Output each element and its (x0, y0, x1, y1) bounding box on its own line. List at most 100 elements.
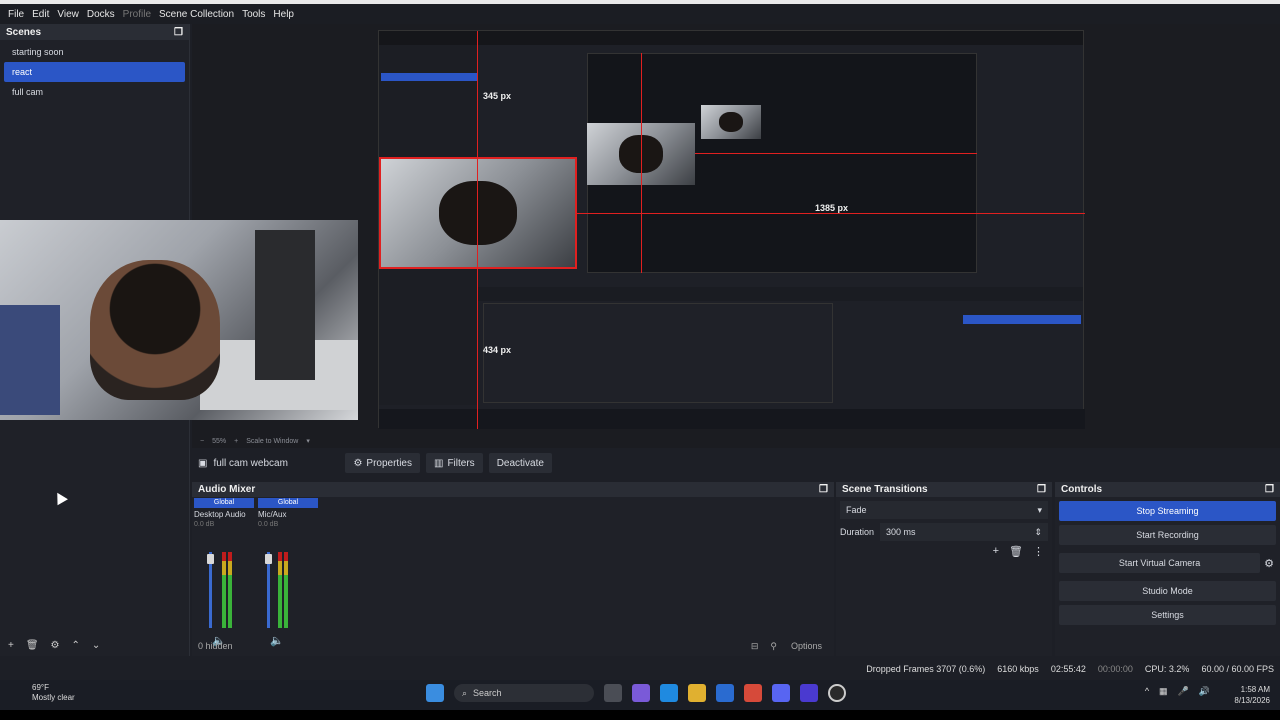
weather-widget[interactable]: 69°F Mostly clear (14, 683, 75, 703)
clock-time: 1:58 AM (1240, 685, 1270, 694)
weather-desc: Mostly clear (32, 693, 75, 702)
windows-start-icon[interactable] (426, 684, 444, 702)
store-icon[interactable] (716, 684, 734, 702)
zoom-level: 55% (212, 437, 227, 445)
network-icon[interactable]: ▦ (1159, 686, 1168, 697)
menu-docks[interactable]: Docks (83, 9, 119, 20)
settings-button[interactable]: Settings (1059, 605, 1276, 625)
volume-fader-knob[interactable] (207, 554, 214, 564)
camera-icon: ▣ (198, 457, 208, 469)
screen-bottom-edge (0, 710, 1280, 720)
copilot-icon[interactable] (632, 684, 650, 702)
gear-icon: ⚙ (353, 457, 363, 469)
scene-item-full-cam[interactable]: full cam (4, 82, 185, 102)
audio-mixer-title: Audio Mixer (198, 484, 256, 495)
stop-streaming-button[interactable]: Stop Streaming (1059, 501, 1276, 521)
scene-transitions-dock: Scene Transitions ❐ Fade ▾ Duration 300 m… (836, 482, 1052, 656)
zoom-out-icon[interactable]: − (200, 438, 204, 445)
virtual-camera-row: Start Virtual Camera ⚙ (1055, 549, 1280, 577)
menu-scene-collection[interactable]: Scene Collection (155, 9, 238, 20)
link-icon[interactable]: ⚲ (770, 641, 777, 652)
taskbar-search[interactable]: ⌕ Search (454, 684, 594, 702)
hidden-count: 0 hidden (198, 641, 233, 651)
menu-help[interactable]: Help (269, 9, 298, 20)
zoom-in-icon[interactable]: + (234, 438, 238, 445)
door-shape (255, 230, 315, 380)
dropped-frames: Dropped Frames 3707 (0.6%) (866, 664, 986, 674)
move-down-icon[interactable]: ⌄ (92, 640, 100, 651)
chevron-down-icon: ▾ (1037, 504, 1042, 515)
gear-icon[interactable]: ⚙ (1264, 557, 1274, 570)
add-scene-icon[interactable]: + (8, 640, 14, 651)
stream-time: 02:55:42 (1050, 664, 1086, 674)
menu-edit[interactable]: Edit (28, 9, 53, 20)
menu-tools[interactable]: Tools (238, 9, 269, 20)
obs-icon[interactable] (828, 684, 846, 702)
chair-shape (0, 305, 60, 415)
transitions-header: Scene Transitions ❐ (836, 482, 1052, 497)
record-time: 00:00:00 (1097, 664, 1133, 674)
mic-icon[interactable]: 🎤 (1178, 686, 1189, 697)
start-virtual-camera-button[interactable]: Start Virtual Camera (1059, 553, 1261, 573)
move-up-icon[interactable]: ⌃ (72, 640, 80, 651)
edge-icon[interactable] (660, 684, 678, 702)
options-button[interactable]: Options (791, 641, 822, 651)
controls-dock: Controls ❐ Stop Streaming Start Recordin… (1055, 482, 1280, 656)
transitions-title: Scene Transitions (842, 484, 928, 495)
filters-button[interactable]: ▥ Filters (426, 453, 483, 473)
chevron-down-icon[interactable]: ▾ (306, 437, 310, 445)
app-icon[interactable] (800, 684, 818, 702)
red-selection-box (379, 157, 577, 269)
red-guide-h1 (577, 213, 1085, 214)
status-bar: Dropped Frames 3707 (0.6%) 6160 kbps 02:… (0, 658, 1280, 680)
deactivate-button[interactable]: Deactivate (488, 453, 552, 473)
undock-icon[interactable]: ❐ (819, 484, 828, 495)
more-icon[interactable]: ⋮ (1033, 545, 1044, 558)
transition-select[interactable]: Fade ▾ (840, 501, 1048, 519)
properties-button[interactable]: ⚙ Properties (345, 453, 420, 473)
preview-zoom-bar: − 55% + Scale to Window ▾ (192, 434, 1280, 448)
trash-icon[interactable]: 🗑 (1009, 545, 1023, 558)
mixer-channel-desktop: Global Desktop Audio 0.0 dB 🔈 (194, 498, 254, 647)
webcam-source-image[interactable] (0, 220, 358, 420)
level-meter (228, 552, 232, 628)
layout-icon[interactable]: ⊟ (751, 641, 759, 652)
scene-settings-gear-icon[interactable]: ⚙ (51, 640, 60, 651)
search-icon: ⌕ (462, 687, 468, 698)
controls-header: Controls ❐ (1055, 482, 1280, 497)
scene-item-starting-soon[interactable]: starting soon (4, 42, 185, 62)
studio-mode-button[interactable]: Studio Mode (1059, 581, 1276, 601)
scale-mode[interactable]: Scale to Window (246, 438, 298, 445)
scenes-toolbar: + 🗑 ⚙ ⌃ ⌄ (0, 636, 190, 654)
undock-icon[interactable]: ❐ (174, 27, 183, 38)
file-explorer-icon[interactable] (688, 684, 706, 702)
volume-icon[interactable]: 🔊 (1199, 686, 1210, 697)
task-view-icon[interactable] (604, 684, 622, 702)
global-tag: Global (194, 498, 254, 508)
channel-name[interactable]: Mic/Aux (258, 510, 318, 519)
menu-bar: File Edit View Docks Profile Scene Colle… (0, 4, 1280, 24)
controls-title: Controls (1061, 484, 1103, 495)
add-icon[interactable]: + (993, 545, 999, 558)
filter-icon: ▥ (434, 457, 444, 469)
volume-fader-knob[interactable] (265, 554, 272, 564)
duration-input[interactable]: 300 ms ⇕ (880, 523, 1048, 541)
discord-icon[interactable] (772, 684, 790, 702)
chrome-icon[interactable] (744, 684, 762, 702)
menu-profile[interactable]: Profile (119, 9, 155, 20)
chevron-up-icon[interactable]: ^ (1145, 686, 1149, 697)
scene-item-react[interactable]: react (4, 62, 185, 82)
menu-view[interactable]: View (53, 9, 83, 20)
start-recording-button[interactable]: Start Recording (1059, 525, 1276, 545)
undock-icon[interactable]: ❐ (1265, 484, 1274, 495)
px-label-1385: 1385 px (815, 203, 849, 213)
taskbar-clock[interactable]: 1:58 AM 8/13/2026 (1234, 684, 1270, 706)
undock-icon[interactable]: ❐ (1037, 484, 1046, 495)
audio-mixer-dock: Audio Mixer ❐ Global Desktop Audio 0.0 d… (192, 482, 834, 656)
clock-date: 8/13/2026 (1234, 696, 1270, 705)
menu-file[interactable]: File (4, 9, 28, 20)
channel-name[interactable]: Desktop Audio (194, 510, 254, 519)
remove-scene-icon[interactable]: 🗑 (26, 640, 39, 651)
duration-row: Duration 300 ms ⇕ (840, 523, 1048, 541)
transition-toolbar: + 🗑 ⋮ (836, 545, 1052, 558)
